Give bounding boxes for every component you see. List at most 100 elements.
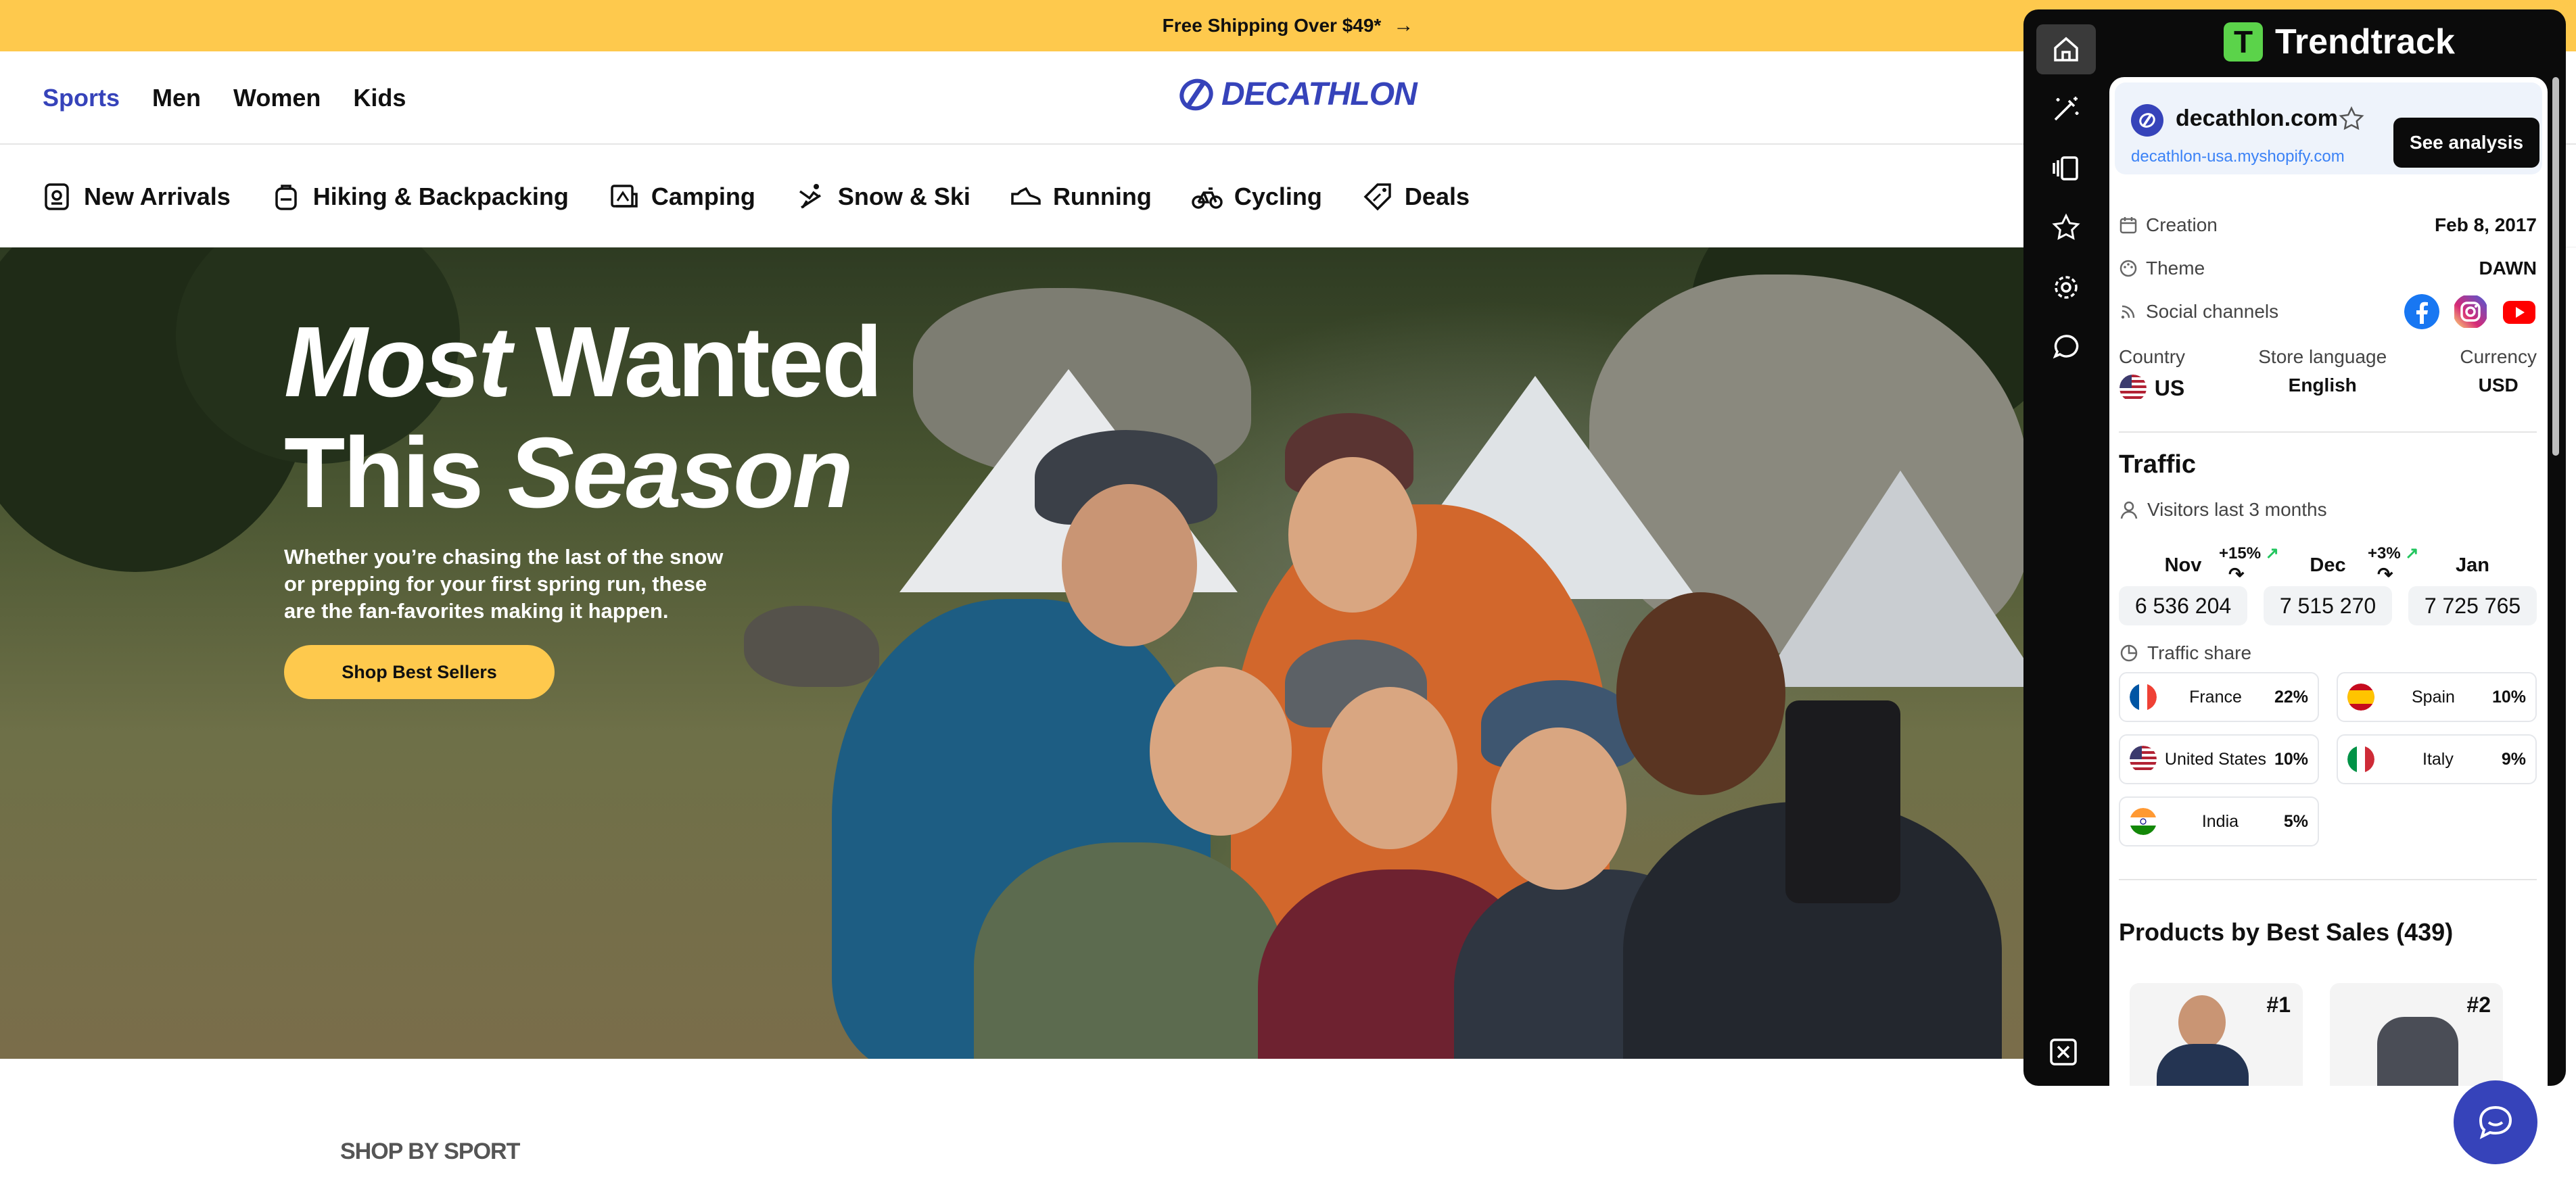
gear-icon [2055, 276, 2078, 299]
trendtrack-logo: T [2224, 22, 2263, 62]
month-visitors: 7 725 765 [2408, 586, 2537, 625]
hero-title-wanted: Wanted [535, 306, 883, 418]
hero-banner[interactable]: Most Wanted This Season Whether you’re c… [0, 247, 2029, 1059]
us-flag-icon [2130, 746, 2157, 773]
products-title: Products by Best Sales (439) [2119, 918, 2454, 946]
carousel-icon [2053, 156, 2078, 181]
trendtrack-rail [2023, 9, 2105, 1086]
currency-label: Currency [2460, 346, 2537, 367]
rail-magic-button[interactable] [2036, 84, 2096, 134]
creation-row: Creation Feb 8, 2017 [2119, 208, 2537, 242]
category-hiking[interactable]: Hiking & Backpacking [270, 181, 569, 213]
camping-icon [611, 184, 638, 208]
creation-label: Creation [2146, 214, 2218, 235]
spain-flag-icon [2347, 684, 2374, 711]
nav-sports[interactable]: Sports [43, 84, 120, 112]
trendtrack-panel: T Trendtrack decathlon.com decathlon-usa… [2023, 9, 2566, 1086]
country-col: Country US [2119, 346, 2185, 402]
category-deals[interactable]: Deals [1361, 181, 1470, 213]
site-card: decathlon.com decathlon-usa.myshopify.co… [2115, 82, 2542, 174]
rail-chat-button[interactable] [2036, 322, 2096, 372]
product-rank: #1 [2266, 993, 2291, 1017]
rss-icon [2121, 305, 2135, 319]
language-col: Store language English [2258, 346, 2387, 402]
new-arrivals-icon [45, 183, 69, 210]
user-icon [2120, 501, 2138, 519]
site-url[interactable]: decathlon-usa.myshopify.com [2131, 147, 2345, 166]
product-card-1[interactable]: #1 [2130, 983, 2303, 1086]
home-icon [2054, 37, 2078, 62]
hero-title-season: Season [507, 417, 853, 529]
india-flag-icon [2130, 808, 2157, 835]
share-spain: Spain 10% [2337, 672, 2537, 722]
youtube-icon[interactable] [2502, 294, 2537, 329]
category-label: Hiking & Backpacking [312, 182, 569, 210]
italy-flag-icon [2347, 746, 2374, 773]
instagram-icon[interactable] [2453, 294, 2488, 329]
nav-women[interactable]: Women [233, 84, 321, 112]
facebook-icon[interactable] [2404, 294, 2439, 329]
category-snow-ski[interactable]: Snow & Ski [795, 181, 970, 213]
product-image [2178, 995, 2226, 1049]
announcement-text: Free Shipping Over $49* [1162, 15, 1382, 36]
decathlon-logo-mark [1179, 78, 1213, 110]
traffic-title: Traffic [2119, 450, 2197, 479]
logo-text: DECATHLON [1221, 76, 1418, 112]
calendar-icon [2120, 217, 2137, 234]
gender-nav: Sports Men Women Kids [43, 51, 406, 145]
category-camping[interactable]: Camping [608, 181, 755, 213]
close-panel-icon[interactable] [2048, 1037, 2078, 1067]
see-analysis-button[interactable]: See analysis [2393, 118, 2539, 168]
ski-icon [799, 183, 821, 208]
rail-carousel-button[interactable] [2036, 143, 2096, 193]
month-label: Jan [2456, 554, 2489, 576]
share-country: Spain [2412, 687, 2455, 707]
chat-icon [2053, 335, 2079, 359]
hero-subtitle: Whether you’re chasing the last of the s… [284, 545, 724, 623]
chat-support-button[interactable] [2454, 1080, 2537, 1164]
share-pct: 9% [2501, 749, 2526, 769]
arrow-right-icon: → [1393, 14, 1414, 37]
magic-wand-icon [2054, 97, 2079, 121]
growth-value: +3% [2368, 544, 2401, 563]
site-favicon [2131, 104, 2163, 137]
nav-kids[interactable]: Kids [353, 84, 406, 112]
traffic-share-label: Traffic share [2119, 642, 2251, 664]
share-france: France 22% [2119, 672, 2319, 722]
decathlon-logo[interactable]: DECATHLON [1177, 76, 1418, 113]
category-new-arrivals[interactable]: New Arrivals [41, 181, 231, 213]
category-label: Deals [1404, 182, 1470, 210]
month-visitors: 6 536 204 [2119, 586, 2247, 625]
divider [2119, 879, 2537, 880]
category-label: Cycling [1234, 182, 1322, 210]
panel-scrollbar[interactable] [2552, 77, 2559, 456]
nav-men[interactable]: Men [152, 84, 201, 112]
tag-icon [1363, 183, 1391, 210]
trendtrack-title: Trendtrack [2275, 22, 2455, 62]
share-country: France [2189, 687, 2242, 707]
share-italy: Italy 9% [2337, 734, 2537, 784]
us-flag-icon [2119, 375, 2147, 402]
share-country: Italy [2422, 749, 2454, 769]
favorite-star-icon[interactable] [2338, 105, 2365, 133]
shop-best-sellers-button[interactable]: Shop Best Sellers [284, 645, 555, 699]
language-label: Store language [2258, 346, 2387, 367]
bike-icon [1192, 187, 1223, 209]
theme-row: Theme DAWN [2119, 252, 2537, 285]
product-card-2[interactable]: #2 [2330, 983, 2503, 1086]
rail-home-button[interactable] [2036, 24, 2096, 74]
rail-settings-button[interactable] [2036, 262, 2096, 312]
country-value: US [2154, 375, 2185, 400]
category-running[interactable]: Running [1010, 181, 1152, 213]
rail-star-button[interactable] [2036, 203, 2096, 253]
theme-label: Theme [2146, 258, 2205, 279]
creation-value: Feb 8, 2017 [2435, 214, 2537, 235]
category-label: New Arrivals [84, 182, 231, 210]
store-meta: Country US Store language English Curren… [2119, 346, 2537, 402]
category-cycling[interactable]: Cycling [1191, 181, 1322, 213]
hero-title-this: This [284, 417, 484, 529]
social-row: Social channels [2119, 294, 2537, 329]
share-country: United States [2164, 749, 2267, 769]
visitor-months: Nov 6 536 204 +15% ↗ ↷ Dec 7 515 270 +3%… [2119, 544, 2537, 636]
trendtrack-content: decathlon.com decathlon-usa.myshopify.co… [2109, 77, 2548, 1086]
